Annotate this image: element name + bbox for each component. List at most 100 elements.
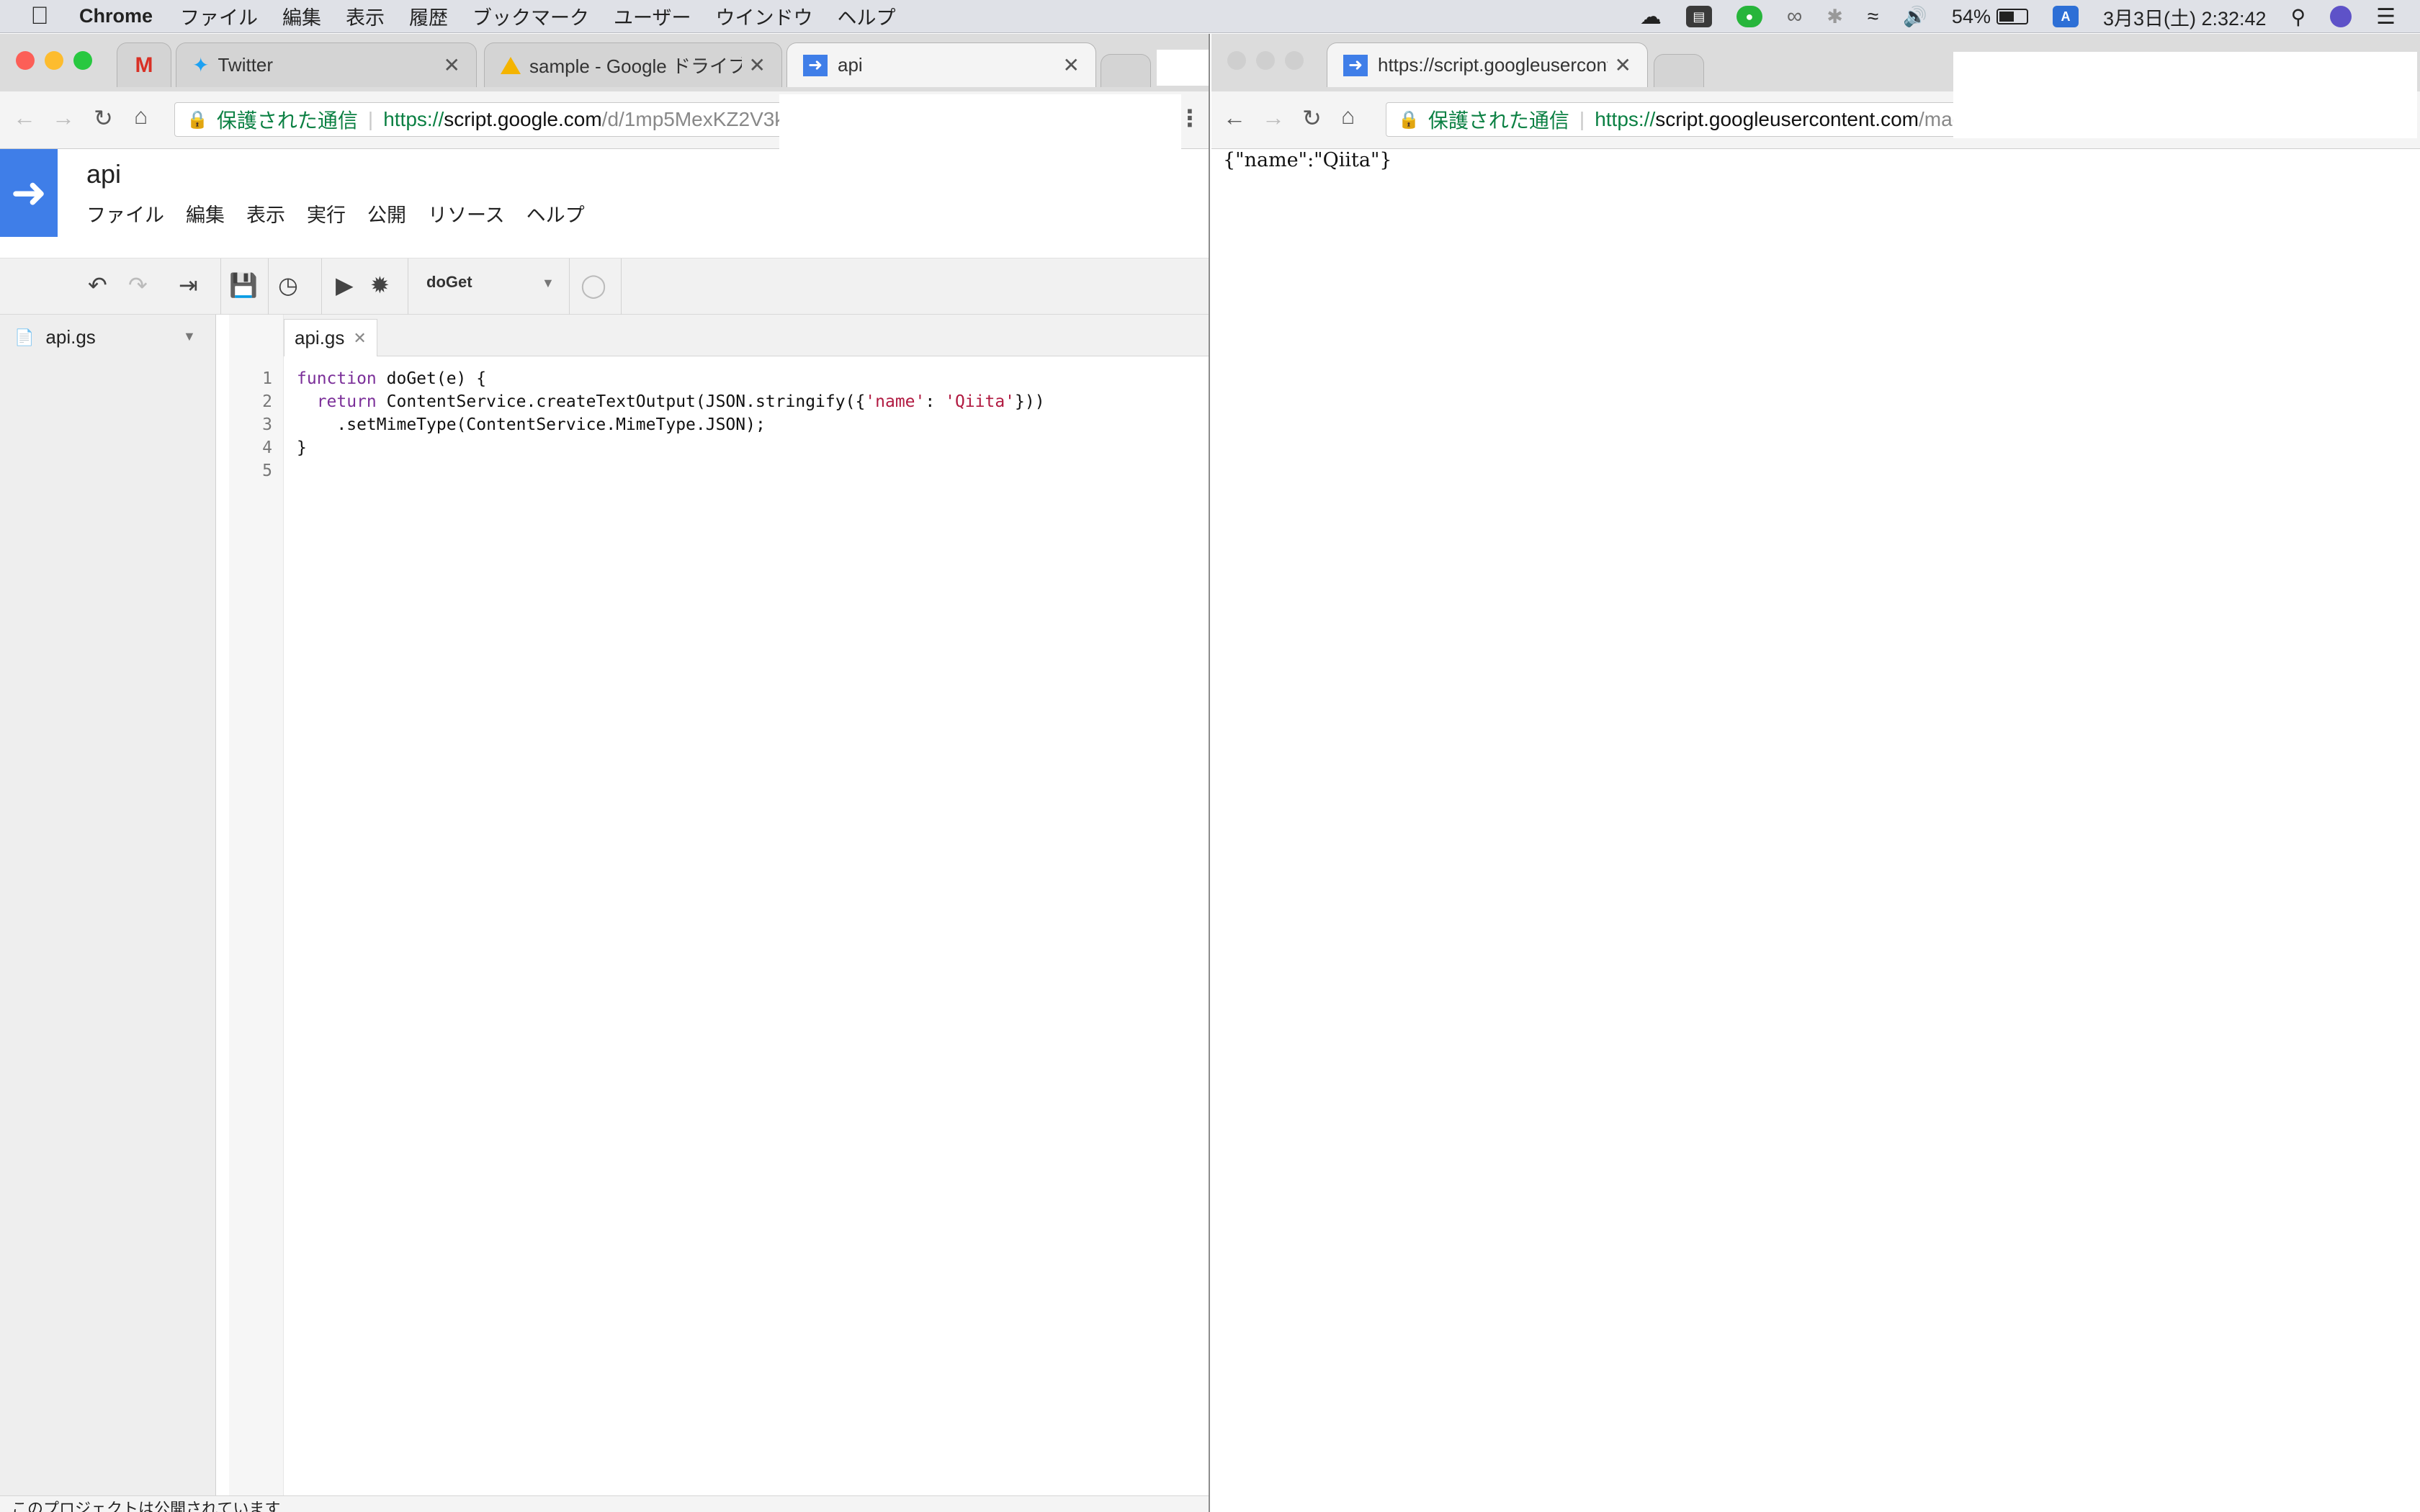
tab-twitter[interactable]: ✦ Twitter ✕	[176, 42, 477, 87]
tab-api[interactable]: ➜ api ✕	[786, 42, 1096, 87]
editor-menu-file[interactable]: ファイル	[86, 199, 164, 228]
twitter-icon: ✦	[192, 54, 210, 76]
redacted-area	[1157, 50, 1209, 86]
tab-title: api	[838, 54, 863, 76]
apps-script-header: ➜ api ファイル 編集 表示 実行 公開 リソース ヘルプ	[0, 149, 1209, 258]
editor-tab-label: api.gs	[295, 327, 345, 348]
menu-people[interactable]: ユーザー	[614, 2, 691, 30]
secure-connection-label: 保護された通信	[1428, 109, 1569, 132]
editor-tab-api-gs[interactable]: api.gs ✕	[284, 319, 377, 356]
line-number: 5	[262, 462, 272, 480]
tab-gmail[interactable]: M	[117, 42, 171, 87]
lock-icon: 🔒	[1398, 109, 1420, 130]
debug-bug-icon[interactable]: ✹	[370, 271, 390, 299]
back-icon[interactable]: ←	[1223, 104, 1246, 131]
spotlight-search-icon[interactable]: ⚲	[2291, 5, 2306, 29]
siri-icon[interactable]	[2330, 6, 2352, 27]
forward-icon[interactable]: →	[52, 104, 75, 131]
editor-status-bar: このプロジェクトは公開されています	[0, 1495, 1209, 1512]
menu-file[interactable]: ファイル	[180, 2, 258, 30]
editor-menu-view[interactable]: 表示	[246, 199, 285, 228]
code-line: 4 }	[229, 438, 1209, 462]
editor-menu-run[interactable]: 実行	[307, 199, 346, 228]
battery-icon[interactable]	[1996, 9, 2028, 24]
file-item-api-gs[interactable]: 📄 api.gs	[14, 326, 96, 348]
code-editor[interactable]: 1 function doGet(e) { 2 return ContentSe…	[229, 369, 1209, 485]
close-tab-icon[interactable]: ✕	[749, 53, 766, 77]
tab-title: https://script.googleusercontent.com	[1378, 54, 1608, 76]
line-app-icon[interactable]: ●	[1736, 6, 1762, 27]
apps-script-logo-icon[interactable]: ➜	[0, 149, 58, 237]
home-icon[interactable]: ⌂	[134, 103, 148, 130]
editor-menu-publish[interactable]: 公開	[367, 199, 406, 228]
close-tab-icon[interactable]: ✕	[1063, 53, 1080, 77]
run-icon[interactable]: ▶	[336, 271, 354, 299]
document-icon: 📄	[14, 328, 35, 346]
lightbulb-icon[interactable]: ◯	[581, 271, 606, 299]
minimize-window-button[interactable]	[45, 51, 63, 70]
wifi-icon[interactable]: ≈	[1868, 5, 1878, 28]
url-protocol: https://	[383, 108, 444, 130]
secure-connection-label: 保護された通信	[216, 109, 358, 132]
input-method-indicator[interactable]: A	[2052, 6, 2079, 27]
tab-google-drive[interactable]: sample - Google ドライブ ✕	[484, 42, 782, 87]
publish-status-text: このプロジェクトは公開されています	[12, 1500, 281, 1512]
chevron-down-icon[interactable]: ▼	[183, 329, 196, 344]
url-path: /d/1mp5MexKZ2V3k	[601, 108, 785, 130]
redo-icon[interactable]: ↷	[128, 271, 148, 299]
editor-menu-edit[interactable]: 編集	[186, 199, 225, 228]
triggers-clock-icon[interactable]: ◷	[278, 271, 298, 299]
reload-icon[interactable]: ↻	[94, 104, 113, 132]
menu-bookmarks[interactable]: ブックマーク	[472, 2, 589, 30]
lock-icon: 🔒	[187, 109, 208, 130]
notes-app-icon[interactable]: ▤	[1685, 6, 1712, 27]
home-icon[interactable]: ⌂	[1341, 103, 1355, 130]
close-tab-icon[interactable]: ✕	[1615, 53, 1631, 77]
menu-window[interactable]: ウインドウ	[715, 2, 812, 30]
creative-cloud-sync-icon[interactable]: ☁	[1640, 4, 1662, 30]
back-icon[interactable]: ←	[13, 104, 36, 131]
menu-help[interactable]: ヘルプ	[837, 2, 895, 30]
menu-clock[interactable]: 3月3日(土) 2:32:42	[2103, 3, 2267, 31]
line-number: 2	[262, 392, 272, 411]
new-tab-button[interactable]	[1101, 54, 1151, 87]
tab-script-output[interactable]: ➜ https://script.googleusercontent.com ✕	[1327, 42, 1648, 87]
project-title[interactable]: api	[86, 159, 121, 189]
file-sidebar: 📄 api.gs ▼	[0, 315, 216, 1495]
save-icon[interactable]: 💾	[229, 271, 258, 299]
notification-center-icon[interactable]: ☰	[2376, 4, 2396, 30]
close-icon[interactable]: ✕	[353, 329, 366, 348]
editor-menu-resources[interactable]: リソース	[428, 199, 505, 228]
apple-icon[interactable]: 	[0, 2, 79, 30]
zoom-window-button[interactable]	[73, 51, 92, 70]
indent-icon[interactable]: ⇥	[179, 271, 198, 299]
minimize-window-button[interactable]	[1256, 51, 1275, 70]
menu-edit[interactable]: 編集	[282, 2, 321, 30]
line-number: 4	[262, 438, 272, 457]
menu-app-name[interactable]: Chrome	[79, 5, 153, 27]
editor-tab-bar: api.gs ✕	[284, 315, 1209, 356]
new-tab-button[interactable]	[1654, 54, 1704, 87]
browser-menu-icon[interactable]: ⋮	[1178, 104, 1201, 132]
menu-history[interactable]: 履歴	[409, 2, 448, 30]
undo-icon[interactable]: ↶	[88, 271, 107, 299]
zoom-window-button[interactable]	[1285, 51, 1304, 70]
menu-status-area: ☁ ▤ ● ∞ ✱ ≈ 🔊 54% A 3月3日(土) 2:32:42 ⚲ ☰	[1640, 0, 2420, 33]
menu-view[interactable]: 表示	[346, 2, 385, 30]
close-tab-icon[interactable]: ✕	[444, 53, 460, 77]
forward-icon[interactable]: →	[1262, 104, 1285, 131]
function-select[interactable]: doGet	[426, 273, 472, 292]
close-window-button[interactable]	[16, 51, 35, 70]
apps-script-icon: ➜	[803, 54, 828, 76]
creative-cloud-icon[interactable]: ∞	[1787, 4, 1802, 29]
reload-icon[interactable]: ↻	[1302, 104, 1322, 132]
redacted-area	[1953, 52, 2417, 138]
close-window-button[interactable]	[1227, 51, 1246, 70]
volume-icon[interactable]: 🔊	[1903, 5, 1927, 28]
battery-percent[interactable]: 54%	[1952, 6, 1991, 28]
left-browser-window: M ✦ Twitter ✕ sample - Google ドライブ ✕ ➜ a…	[0, 34, 1210, 1512]
editor-menu-help[interactable]: ヘルプ	[526, 199, 585, 228]
bluetooth-icon[interactable]: ✱	[1827, 6, 1843, 28]
chevron-down-icon[interactable]: ▼	[542, 276, 555, 291]
google-drive-icon	[501, 56, 521, 74]
